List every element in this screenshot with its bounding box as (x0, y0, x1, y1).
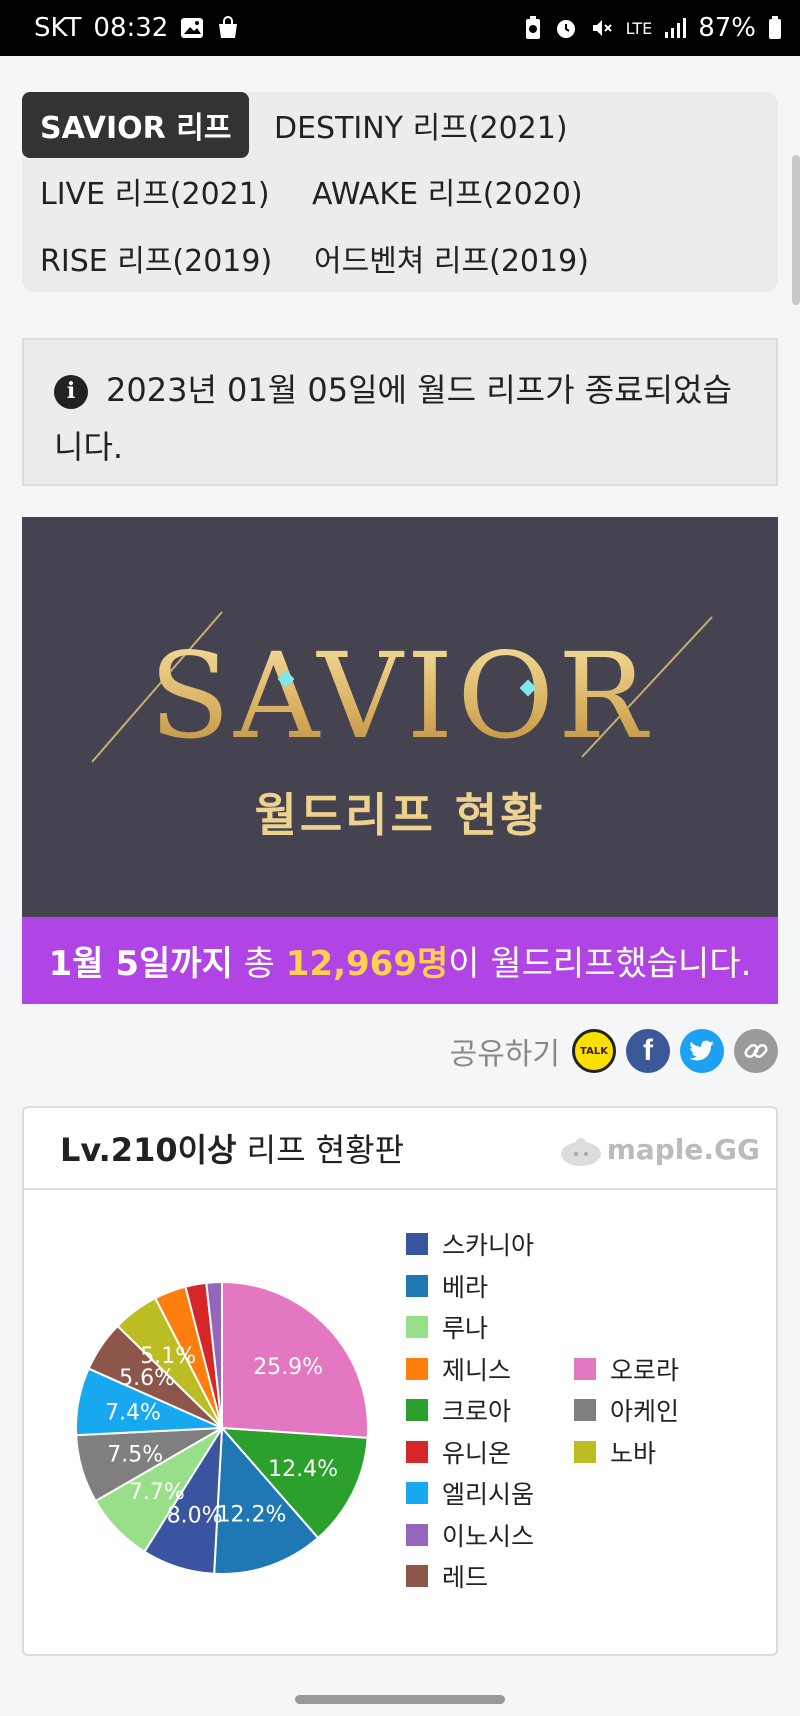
legend-item[interactable]: 이노시스 (406, 1517, 534, 1553)
legend-item[interactable]: 베라 (406, 1268, 488, 1304)
pie-value-label: 7.7% (129, 1480, 185, 1505)
legend-swatch (406, 1482, 428, 1504)
pie-value-label: 12.2% (217, 1503, 287, 1528)
battery-icon (768, 16, 782, 40)
link-icon[interactable] (734, 1029, 778, 1073)
twitter-icon[interactable] (680, 1029, 724, 1073)
banner-subtitle: 월드리프 현황 (254, 788, 546, 842)
tab-savior[interactable]: SAVIOR 리프 (22, 92, 250, 158)
summary-count: 12,969명 (285, 944, 449, 984)
leap-status-card: Lv.210이상 리프 현황판 maple.GG 25.9% 12.4% 12.2%… (22, 1106, 778, 1656)
legend-item[interactable]: 크로아 (406, 1392, 511, 1428)
legend-item[interactable]: 아케인 (574, 1392, 679, 1428)
tab-adventure[interactable]: 어드벤쳐 리프(2019) (296, 225, 607, 291)
info-icon: i (54, 374, 88, 409)
card-title: Lv.210이상 리프 현황판 (60, 1125, 404, 1171)
network-type: LTE (625, 18, 653, 38)
leap-summary-bar: 1월 5일까지 총 12,969명 이 월드리프했습니다. (22, 917, 778, 1004)
legend-label: 제니스 (442, 1355, 512, 1385)
legend-item[interactable]: 엘리시움 (406, 1475, 534, 1511)
battery-percent: 87% (698, 13, 756, 43)
maplegg-watermark: maple.GG (559, 1132, 760, 1166)
carrier-label: SKT (34, 13, 82, 43)
signal-icon (664, 17, 687, 39)
legend-swatch (574, 1357, 596, 1380)
legend-label: 베라 (442, 1272, 489, 1302)
maplegg-text: maple.GG (606, 1132, 760, 1166)
leap-pie-chart: 25.9% 12.4% 12.2%8.0%7.7% 7.5% 7.4% 5.6%5.1% (75, 1280, 369, 1575)
status-bar: SKT 08:32 LTE 87% (0, 0, 800, 56)
facebook-icon[interactable]: f (626, 1029, 670, 1073)
tab-live[interactable]: LIVE 리프(2021) (22, 158, 288, 224)
card-title-rest: 리프 현황판 (236, 1131, 405, 1169)
clock: 08:32 (93, 13, 169, 43)
slime-logo-icon (560, 1138, 601, 1166)
battery-saver-icon (524, 15, 542, 41)
summary-pre: 총 (232, 944, 286, 984)
card-title-level: Lv.210이상 (60, 1131, 237, 1169)
legend-swatch (406, 1357, 428, 1380)
leap-tabs: SAVIOR 리프 DESTINY 리프(2021) LIVE 리프(2021)… (22, 92, 778, 292)
legend-item[interactable]: 스카니아 (406, 1226, 534, 1262)
legend-item[interactable]: 오로라 (574, 1351, 679, 1387)
chart-legend: 스카니아베라루나제니스크로아유니온엘리시움이노시스레드 오로라아케인노바 (384, 1226, 764, 1606)
legend-item[interactable]: 루나 (406, 1309, 488, 1345)
page-scrollbar[interactable] (792, 155, 800, 305)
share-row: 공유하기 TALK f (450, 1027, 778, 1075)
pie-value-label: 5.6% (119, 1366, 175, 1391)
legend-item[interactable]: 유니온 (406, 1434, 511, 1470)
legend-label: 노바 (610, 1438, 657, 1468)
legend-label: 크로아 (442, 1397, 512, 1426)
legend-swatch (406, 1316, 428, 1338)
pie-value-label: 25.9% (253, 1355, 323, 1380)
tab-awake[interactable]: AWAKE 리프(2020) (294, 158, 601, 224)
pie-value-label: 5.1% (140, 1344, 196, 1369)
legend-label: 레드 (442, 1563, 489, 1592)
legend-label: 이노시스 (442, 1521, 535, 1551)
alarm-icon (554, 16, 578, 40)
legend-swatch (574, 1440, 596, 1463)
pie-value-label: 7.4% (105, 1400, 161, 1425)
legend-item[interactable]: 제니스 (406, 1351, 511, 1387)
legend-swatch (406, 1565, 428, 1587)
summary-date: 1월 5일까지 (48, 944, 233, 984)
legend-label: 오로라 (610, 1355, 680, 1385)
tab-destiny[interactable]: DESTINY 리프(2021) (256, 92, 586, 158)
pie-value-label: 12.4% (268, 1457, 338, 1482)
legend-item[interactable]: 노바 (574, 1434, 656, 1470)
legend-label: 아케인 (610, 1397, 680, 1426)
shopping-bag-icon (216, 16, 240, 40)
legend-label: 스카니아 (442, 1231, 535, 1260)
share-label: 공유하기 (449, 1037, 560, 1072)
legend-swatch (406, 1399, 428, 1421)
pie-value-label: 8.0% (167, 1503, 223, 1528)
mute-icon (590, 16, 614, 40)
tab-rise[interactable]: RISE 리프(2019) (22, 225, 290, 291)
savior-logo-text: SAVIOR (149, 627, 651, 765)
notice-text: 2023년 01월 05일에 월드 리프가 종료되었습니다. (54, 371, 732, 466)
legend-item[interactable]: 레드 (406, 1558, 488, 1594)
legend-label: 유니온 (442, 1438, 512, 1468)
savior-banner: SAVIOR 월드리프 현황 (22, 517, 778, 917)
kakaotalk-label: TALK (580, 1045, 608, 1057)
legend-label: 루나 (442, 1314, 489, 1343)
home-indicator[interactable] (295, 1695, 505, 1704)
card-header: Lv.210이상 리프 현황판 maple.GG (24, 1108, 776, 1190)
kakaotalk-icon[interactable]: TALK (572, 1029, 616, 1073)
legend-swatch (574, 1399, 596, 1421)
legend-swatch (406, 1233, 428, 1255)
notice-box: i 2023년 01월 05일에 월드 리프가 종료되었습니다. (22, 338, 778, 486)
legend-swatch (406, 1274, 428, 1297)
savior-logo: SAVIOR (91, 611, 713, 765)
legend-label: 엘리시움 (442, 1480, 535, 1509)
legend-swatch (406, 1440, 428, 1463)
pie-value-label: 7.5% (107, 1443, 163, 1468)
legend-swatch (406, 1523, 428, 1546)
gallery-notification-icon (180, 17, 204, 39)
summary-post: 이 월드리프했습니다. (448, 944, 752, 984)
